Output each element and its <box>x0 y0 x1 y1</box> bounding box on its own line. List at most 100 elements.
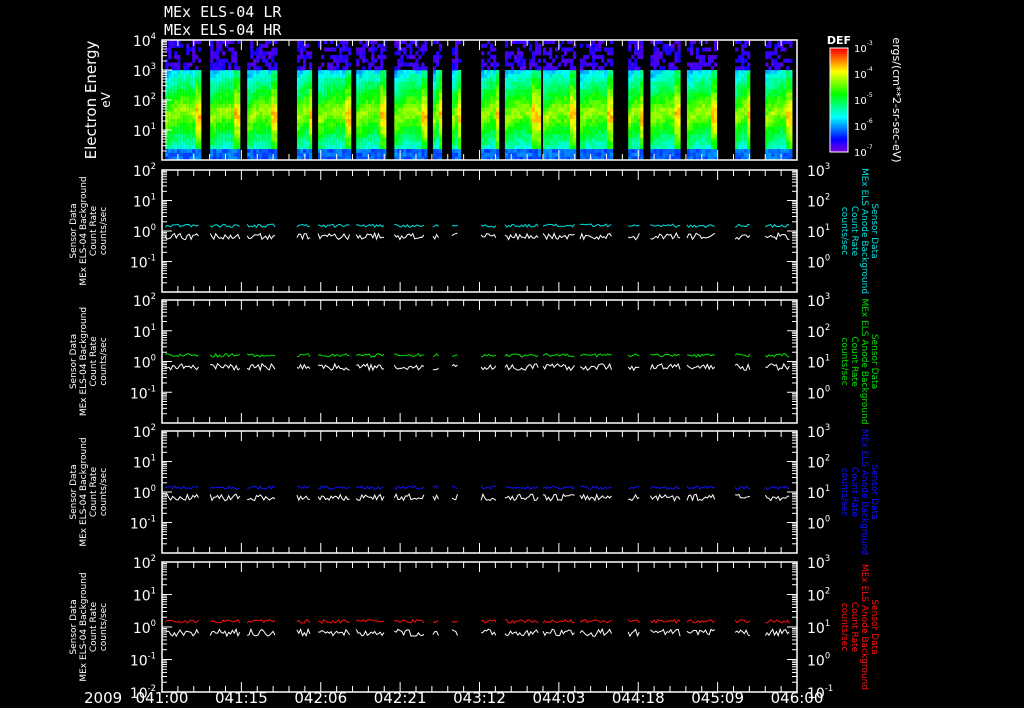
spectrogram-cell <box>528 88 533 93</box>
spectrogram-cell <box>336 88 340 93</box>
spectrogram-cell <box>374 133 378 138</box>
spectrogram-cell <box>534 92 539 97</box>
colorbar-cell <box>830 52 848 55</box>
spectrogram-cell <box>610 148 614 153</box>
spectrogram-cell <box>457 81 462 86</box>
spectrogram-cell <box>195 152 199 157</box>
spectrogram-cell <box>432 130 437 135</box>
spectrogram-cell <box>262 103 266 108</box>
spectrogram-cell <box>738 126 742 131</box>
spectrogram-cell <box>348 100 352 105</box>
spectrogram-cell <box>359 122 363 127</box>
sensor-background-line <box>649 362 681 370</box>
spectrogram-cell <box>451 133 456 138</box>
spectrogram-cell <box>704 126 709 131</box>
spectrogram-cell <box>368 66 372 71</box>
spectrogram-cell <box>531 92 536 97</box>
spectrogram-cell <box>780 122 784 127</box>
spectrogram-cell <box>692 137 697 142</box>
spectrogram-cell <box>192 126 196 131</box>
spectrogram-cell <box>604 137 608 142</box>
spectrogram-cell <box>345 85 349 90</box>
spectrogram-cell <box>371 137 375 142</box>
spectrogram-cell <box>327 141 331 146</box>
spectrogram-cell <box>409 115 413 120</box>
spectrogram-cell <box>454 85 459 90</box>
spectrogram-cell <box>789 92 793 97</box>
spectrogram-cell <box>454 126 459 131</box>
spectrogram-cell <box>330 115 334 120</box>
spectrogram-cell <box>707 115 712 120</box>
spectrogram-cell <box>412 62 416 67</box>
spectrogram-cell <box>513 122 518 127</box>
spectrogram-cell <box>689 111 694 116</box>
spectrogram-cell <box>174 85 178 90</box>
spectrogram-cell <box>598 92 602 97</box>
spectrogram-cell <box>747 145 751 150</box>
spectrogram-cell <box>168 122 172 127</box>
spectrogram-cell <box>484 100 488 105</box>
spectrogram-cell <box>558 85 562 90</box>
spectrogram-cell <box>222 62 226 67</box>
spectrogram-cell <box>415 126 419 131</box>
spectrogram-cell <box>308 70 313 75</box>
spectrogram-cell <box>394 73 398 78</box>
spectrogram-cell <box>380 107 384 112</box>
spectrogram-cell <box>628 100 632 105</box>
spectrogram-cell <box>348 62 352 67</box>
spectrogram-cell <box>225 100 229 105</box>
spectrogram-cell <box>356 103 360 108</box>
spectrogram-cell <box>345 81 349 86</box>
spectrogram-cell <box>668 133 672 138</box>
spectrogram-cell <box>342 92 346 97</box>
spectrogram-cell <box>336 122 340 127</box>
spectrogram-cell <box>777 70 781 75</box>
spectrogram-cell <box>668 137 672 142</box>
spectrogram-cell <box>768 107 772 112</box>
spectrogram-cell <box>519 73 524 78</box>
spectrogram-cell <box>525 148 530 153</box>
spectrogram-cell <box>345 122 349 127</box>
spectrogram-cell <box>296 133 301 138</box>
spectrogram-cell <box>219 62 223 67</box>
spectrogram-cell <box>371 118 375 123</box>
spectrogram-cell <box>333 66 337 71</box>
spectrogram-cell <box>570 58 574 63</box>
spectrogram-cell <box>490 115 494 120</box>
spectrogram-cell <box>487 77 491 82</box>
spectrogram-cell <box>484 92 488 97</box>
spectrogram-cell <box>189 148 193 153</box>
spectrogram-cell <box>400 107 404 112</box>
spectrogram-cell <box>534 107 539 112</box>
spectrogram-cell <box>484 70 488 75</box>
spectrogram-cell <box>222 103 226 108</box>
spectrogram-cell <box>710 137 715 142</box>
spectrogram-cell <box>168 130 172 135</box>
spectrogram-cell <box>774 118 778 123</box>
spectrogram-cell <box>342 133 346 138</box>
spectrogram-cell <box>519 107 524 112</box>
spectrogram-cell <box>216 88 220 93</box>
spectrogram-cell <box>567 85 571 90</box>
colorbar-cell <box>830 50 848 53</box>
spectrogram-cell <box>174 137 178 142</box>
spectrogram-cell <box>383 47 387 52</box>
spectrogram-cell <box>321 145 325 150</box>
spectrogram-cell <box>707 73 712 78</box>
spectrogram-cell <box>741 70 745 75</box>
spectrogram-cell <box>403 70 407 75</box>
spectrogram-cell <box>177 88 181 93</box>
spectrogram-cell <box>522 62 527 67</box>
spectrogram-cell <box>771 107 775 112</box>
spectrogram-cell <box>774 70 778 75</box>
spectrogram-cell <box>789 58 793 63</box>
spectrogram-cell <box>336 85 340 90</box>
spectrogram-cell <box>573 130 577 135</box>
spectrogram-cell <box>186 47 190 52</box>
spectrogram-cell <box>348 145 352 150</box>
spectrogram-cell <box>774 43 778 48</box>
spectrogram-cell <box>302 111 307 116</box>
spectrogram-cell <box>380 126 384 131</box>
spectrogram-cell <box>631 118 635 123</box>
spectrogram-cell <box>692 130 697 135</box>
